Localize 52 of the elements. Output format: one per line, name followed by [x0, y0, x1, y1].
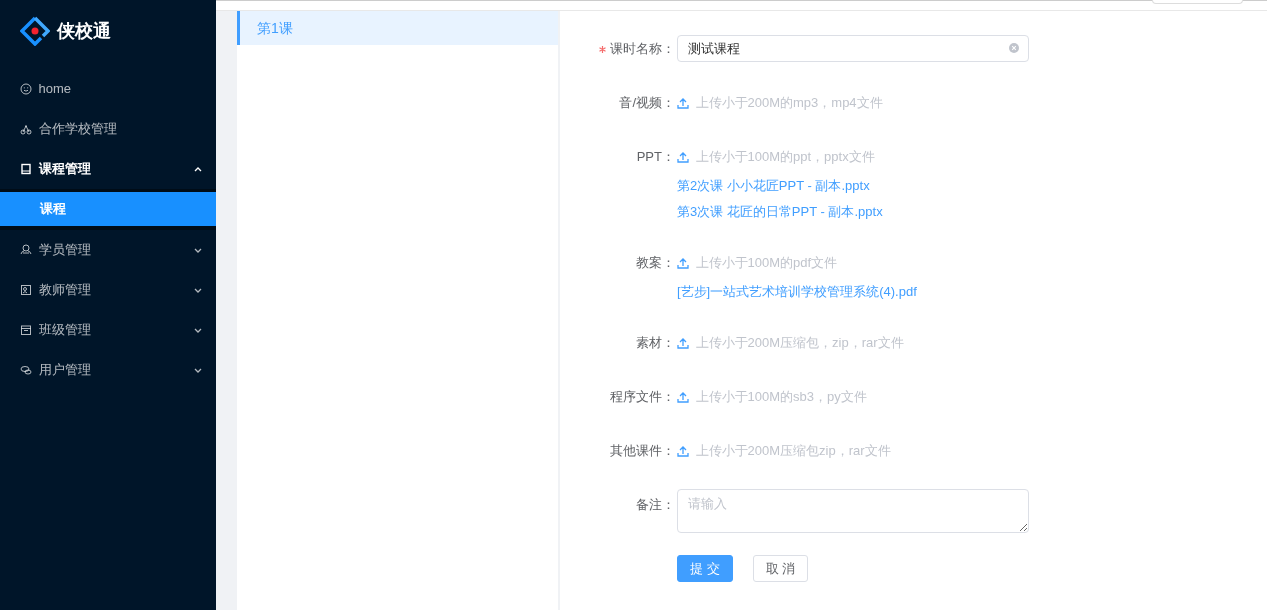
field-label: 音/视频：: [619, 94, 675, 112]
logo-icon: [20, 16, 50, 46]
sidebar-item[interactable]: home: [0, 69, 216, 109]
sidebar-item[interactable]: 用户管理: [0, 350, 216, 390]
upload-button[interactable]: 上传小于200M压缩包，zip，rar文件: [677, 327, 904, 359]
submenu-item[interactable]: 课程: [0, 192, 216, 226]
sidebar-item[interactable]: 班级管理: [0, 310, 216, 350]
clear-icon[interactable]: [1009, 43, 1019, 53]
bicycle-icon: [20, 123, 32, 135]
field-label: 教案：: [636, 254, 675, 272]
file-link[interactable]: [艺步]一站式艺术培训学校管理系统(4).pdf: [677, 279, 917, 305]
sidebar-item[interactable]: 合作学校管理: [0, 109, 216, 149]
remark-field[interactable]: 请输入: [677, 489, 1029, 533]
lesson-item[interactable]: 第1课: [237, 11, 558, 45]
upload-icon: [677, 445, 689, 457]
sidebar-item[interactable]: 课程管理: [0, 149, 216, 189]
upload-icon: [677, 151, 689, 163]
smiley-icon: [20, 83, 32, 95]
name-field[interactable]: 测试课程: [677, 35, 1029, 62]
sidebar-item[interactable]: 教师管理: [0, 270, 216, 310]
chevron-down-icon: [194, 287, 202, 293]
submit-button[interactable]: 提 交: [677, 555, 733, 582]
file-link[interactable]: 第3次课 花匠的日常PPT - 副本.pptx: [677, 199, 883, 225]
upload-icon: [677, 257, 689, 269]
field-label: 其他课件：: [610, 442, 675, 460]
upload-icon: [677, 391, 689, 403]
field-label: PPT：: [636, 148, 675, 166]
upload-icon: [677, 97, 689, 109]
field-label: 备注：: [636, 496, 675, 514]
chevron-up-icon: [194, 166, 202, 172]
cancel-button[interactable]: 取 消: [752, 555, 809, 582]
coins-icon: [20, 364, 32, 376]
contact-icon: [20, 284, 32, 296]
upload-button[interactable]: 上传小于100M的pdf文件: [677, 247, 838, 279]
calendar-icon: [20, 324, 32, 336]
field-label: 程序文件：: [610, 388, 675, 406]
upload-icon: [677, 337, 689, 349]
upload-button[interactable]: 上传小于100M的sb3，py文件: [677, 381, 867, 413]
upload-button[interactable]: 上传小于200M的mp3，mp4文件: [677, 87, 883, 119]
field-label: 课时名称：: [610, 40, 675, 58]
chevron-down-icon: [194, 327, 202, 333]
sidebar-item[interactable]: 学员管理: [0, 230, 216, 270]
chevron-down-icon: [194, 247, 202, 253]
toolbar-button[interactable]: [1152, 0, 1243, 4]
field-label: 素材：: [636, 334, 675, 352]
file-link[interactable]: 第2次课 小小花匠PPT - 副本.pptx: [677, 173, 870, 199]
logo-text: 侠校通: [56, 19, 111, 43]
upload-button[interactable]: 上传小于100M的ppt，pptx文件: [677, 141, 875, 173]
upload-button[interactable]: 上传小于200M压缩包zip，rar文件: [677, 435, 891, 467]
book-icon: [20, 163, 32, 175]
people-icon: [20, 244, 32, 256]
chevron-down-icon: [194, 367, 202, 373]
